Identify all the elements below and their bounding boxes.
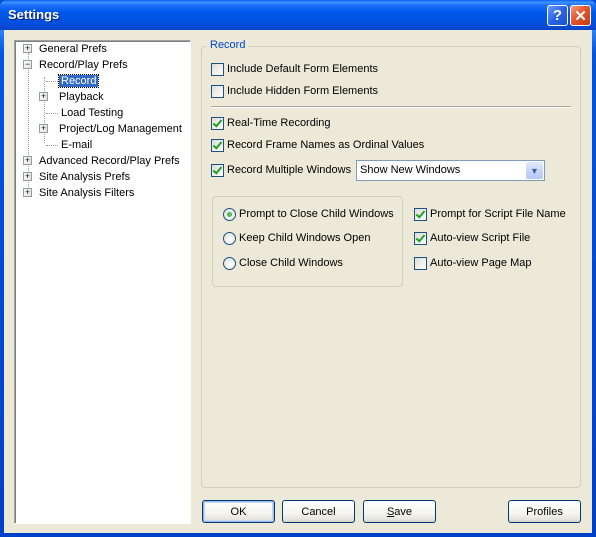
keep-child-windows-open-radio[interactable]: Keep Child Windows Open (223, 230, 370, 246)
real-time-recording-checkbox[interactable]: Real-Time Recording (211, 115, 331, 131)
radio-label: Close Child Windows (239, 257, 343, 269)
tree-item-label: Project/Log Management (59, 123, 182, 135)
dialog-client-area: + General Prefs − Record/Play Prefs Reco… (4, 30, 592, 533)
tree-item-label: E-mail (61, 139, 93, 151)
checkbox-label: Prompt for Script File Name (430, 208, 566, 220)
radio-button[interactable] (223, 231, 236, 245)
chevron-down-icon[interactable]: ▼ (526, 162, 543, 179)
close-icon: ✕ (574, 7, 587, 25)
expand-icon[interactable]: + (39, 124, 48, 133)
checkbox-box[interactable] (211, 138, 224, 152)
tree-connector-line (46, 113, 58, 114)
record-group-title: Record (207, 39, 249, 51)
checkbox-box[interactable] (414, 231, 427, 245)
checkbox-label: Include Default Form Elements (227, 63, 379, 75)
checkbox-box[interactable] (211, 62, 224, 76)
prompt-close-child-windows-radio[interactable]: Prompt to Close Child Windows (223, 206, 394, 222)
checkbox-box[interactable] (414, 207, 427, 221)
window-title: Settings (8, 7, 60, 22)
checkbox-label: Record Multiple Windows (227, 164, 352, 176)
expand-icon[interactable]: + (23, 188, 32, 197)
checkbox-box[interactable] (211, 84, 224, 98)
include-default-form-elements-checkbox[interactable]: Include Default Form Elements (211, 61, 378, 77)
tree-item-load-testing[interactable]: Load Testing (59, 105, 125, 121)
close-button[interactable]: ✕ (570, 5, 591, 26)
settings-tree[interactable]: + General Prefs − Record/Play Prefs Reco… (14, 40, 191, 524)
auto-view-page-map-checkbox[interactable]: Auto-view Page Map (414, 255, 532, 271)
tree-item-label: Site Analysis Filters (39, 187, 135, 199)
radio-label: Keep Child Windows Open (239, 232, 371, 244)
close-child-windows-radio[interactable]: Close Child Windows (223, 255, 343, 271)
ok-button[interactable]: OK (202, 500, 275, 523)
cancel-button[interactable]: Cancel (282, 500, 355, 523)
checkbox-label: Auto-view Page Map (430, 257, 532, 269)
prompt-script-file-name-checkbox[interactable]: Prompt for Script File Name (414, 206, 566, 222)
tree-connector-line (44, 77, 45, 143)
help-button[interactable]: ? (547, 5, 568, 26)
expand-icon[interactable]: + (23, 156, 32, 165)
profiles-button[interactable]: Profiles (508, 500, 581, 523)
record-multiple-windows-checkbox[interactable]: Record Multiple Windows (211, 162, 351, 178)
save-button-label: Save (387, 506, 412, 518)
radio-label: Prompt to Close Child Windows (239, 208, 394, 220)
separator (211, 106, 571, 108)
collapse-icon[interactable]: − (23, 60, 32, 69)
tree-connector-line (46, 81, 58, 82)
include-hidden-form-elements-checkbox[interactable]: Include Hidden Form Elements (211, 83, 378, 99)
select-value: Show New Windows (360, 164, 461, 176)
tree-item-label: Playback (59, 91, 104, 103)
tree-item-email[interactable]: E-mail (59, 137, 94, 153)
settings-window: Settings ? ✕ + General Prefs − Record/Pl… (0, 0, 596, 537)
tree-item-label: Record (57, 74, 100, 88)
tree-item-label: General Prefs (39, 43, 107, 55)
expand-icon[interactable]: + (23, 44, 32, 53)
tree-connector-line (46, 145, 58, 146)
tree-item-label: Site Analysis Prefs (39, 171, 131, 183)
auto-view-script-file-checkbox[interactable]: Auto-view Script File (414, 230, 530, 246)
help-icon: ? (552, 7, 563, 24)
checkbox-label: Auto-view Script File (430, 232, 531, 244)
tree-item-label: Load Testing (61, 107, 124, 119)
profiles-button-label: Profiles (526, 505, 563, 518)
checkbox-label: Record Frame Names as Ordinal Values (227, 139, 425, 151)
ok-button-label: OK (230, 505, 247, 518)
checkbox-box[interactable] (211, 163, 224, 177)
tree-item-label: Record/Play Prefs (39, 59, 128, 71)
checkbox-label: Real-Time Recording (227, 117, 331, 129)
expand-icon[interactable]: + (23, 172, 32, 181)
multiple-windows-select[interactable]: Show New Windows ▼ (356, 160, 545, 181)
cancel-button-label: Cancel (301, 505, 336, 518)
checkbox-box[interactable] (414, 256, 427, 270)
record-frame-names-ordinal-checkbox[interactable]: Record Frame Names as Ordinal Values (211, 137, 424, 153)
checkbox-label: Include Hidden Form Elements (227, 85, 379, 97)
tree-item-record[interactable]: Record (57, 73, 100, 89)
checkbox-box[interactable] (211, 116, 224, 130)
radio-button[interactable] (223, 207, 236, 221)
save-label-rest: ave (394, 505, 413, 518)
title-bar[interactable]: Settings ? ✕ (0, 0, 596, 30)
radio-button[interactable] (223, 256, 236, 270)
expand-icon[interactable]: + (39, 92, 48, 101)
save-button[interactable]: Save (363, 500, 436, 523)
tree-item-label: Advanced Record/Play Prefs (39, 155, 180, 167)
